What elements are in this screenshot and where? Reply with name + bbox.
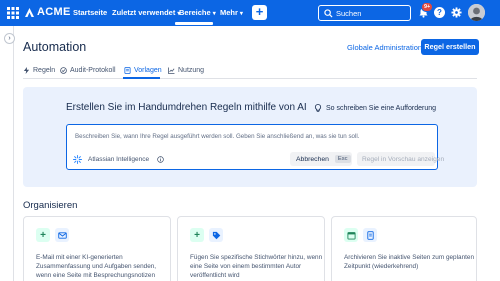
card-description: E-Mail mit einer KI-generierten Zusammen… [36, 254, 157, 279]
search-placeholder: Suchen [336, 9, 362, 18]
chevron-down-icon: ▾ [239, 11, 243, 17]
ai-rule-builder-panel: Erstellen Sie im Handumdrehen Regeln mit… [23, 87, 477, 187]
card-description: Fügen Sie spezifische Stichwörter hinzu,… [190, 254, 323, 279]
tab-regeln[interactable]: Regeln [23, 67, 55, 74]
tab-audit-protokoll[interactable]: Audit-Protokoll [60, 67, 116, 74]
template-card[interactable]: + E-Mail mit einer KI-generierten Zusamm… [23, 216, 171, 281]
global-administration-link[interactable]: Globale Administration [347, 43, 422, 52]
cancel-button[interactable]: Abbrechen Esc [290, 152, 352, 166]
card-icons [344, 228, 382, 242]
acme-logo[interactable]: ACME [24, 6, 71, 18]
mail-icon [55, 228, 69, 242]
chart-icon [168, 67, 175, 74]
notification-badge: 9+ [421, 2, 434, 12]
template-icon [124, 67, 131, 74]
card-description: Archivieren Sie inaktive Seiten zum gepl… [344, 254, 475, 270]
check-circle-icon [60, 67, 67, 74]
user-avatar-icon [468, 4, 485, 21]
plus-icon: + [190, 228, 204, 242]
esc-key-hint: Esc [334, 155, 351, 163]
lightbulb-icon [314, 104, 322, 112]
tab-nutzung[interactable]: Nutzung [168, 67, 204, 74]
active-tab-indicator [123, 77, 160, 79]
expand-sidebar-button[interactable]: › [4, 33, 15, 44]
search-input[interactable]: Suchen [318, 5, 411, 21]
left-sidebar-rail [0, 26, 14, 281]
nav-zuletzt-verwendet[interactable]: Zuletzt verwendet ▾ [112, 8, 180, 17]
calendar-icon [344, 228, 358, 242]
logo-mark-icon [25, 7, 34, 17]
plus-icon: + [36, 228, 50, 242]
tag-icon [209, 228, 223, 242]
help-icon[interactable]: ? [434, 7, 445, 18]
ai-prompt-placeholder: Beschreiben Sie, wann Ihre Regel ausgefü… [75, 133, 360, 140]
avatar[interactable] [468, 4, 485, 21]
sparkle-icon [73, 155, 82, 164]
info-icon[interactable] [157, 156, 164, 163]
tab-vorlagen[interactable]: Vorlagen [124, 67, 162, 74]
nav-mehr[interactable]: Mehr ▾ [220, 8, 243, 17]
app-switcher-icon[interactable] [7, 7, 19, 19]
nav-active-indicator [175, 22, 213, 25]
chevron-down-icon: ▾ [212, 11, 216, 17]
search-icon [324, 9, 333, 18]
card-icons: + [36, 228, 74, 242]
prompt-help-link[interactable]: So schreiben Sie eine Aufforderung [314, 104, 436, 112]
gear-icon[interactable] [451, 7, 462, 18]
card-icons: + [190, 228, 228, 242]
bolt-icon [23, 67, 30, 74]
section-title-organisieren: Organisieren [23, 200, 78, 211]
tabs-divider [23, 78, 477, 79]
page-title: Automation [23, 40, 87, 54]
template-card[interactable]: Archivieren Sie inaktive Seiten zum gepl… [331, 216, 477, 281]
ai-panel-heading: Erstellen Sie im Handumdrehen Regeln mit… [66, 102, 307, 113]
nav-bereiche[interactable]: Bereiche ▾ [179, 8, 216, 17]
create-rule-button[interactable]: Regel erstellen [421, 39, 479, 55]
archive-icon [363, 228, 377, 242]
nav-startseite[interactable]: Startseite [73, 8, 107, 17]
template-card[interactable]: + Fügen Sie spezifische Stichwörter hinz… [177, 216, 325, 281]
chevron-right-icon: › [8, 35, 11, 42]
ai-prompt-textarea[interactable]: Beschreiben Sie, wann Ihre Regel ausgefü… [66, 124, 444, 170]
logo-text: ACME [37, 6, 71, 18]
create-button[interactable]: + [252, 5, 267, 20]
preview-rule-button[interactable]: Regel in Vorschau anzeigen [357, 152, 444, 166]
atlassian-intelligence-label: Atlassian Intelligence [73, 155, 164, 164]
top-navigation: ACME Startseite Zuletzt verwendet ▾ Berei… [0, 0, 500, 26]
